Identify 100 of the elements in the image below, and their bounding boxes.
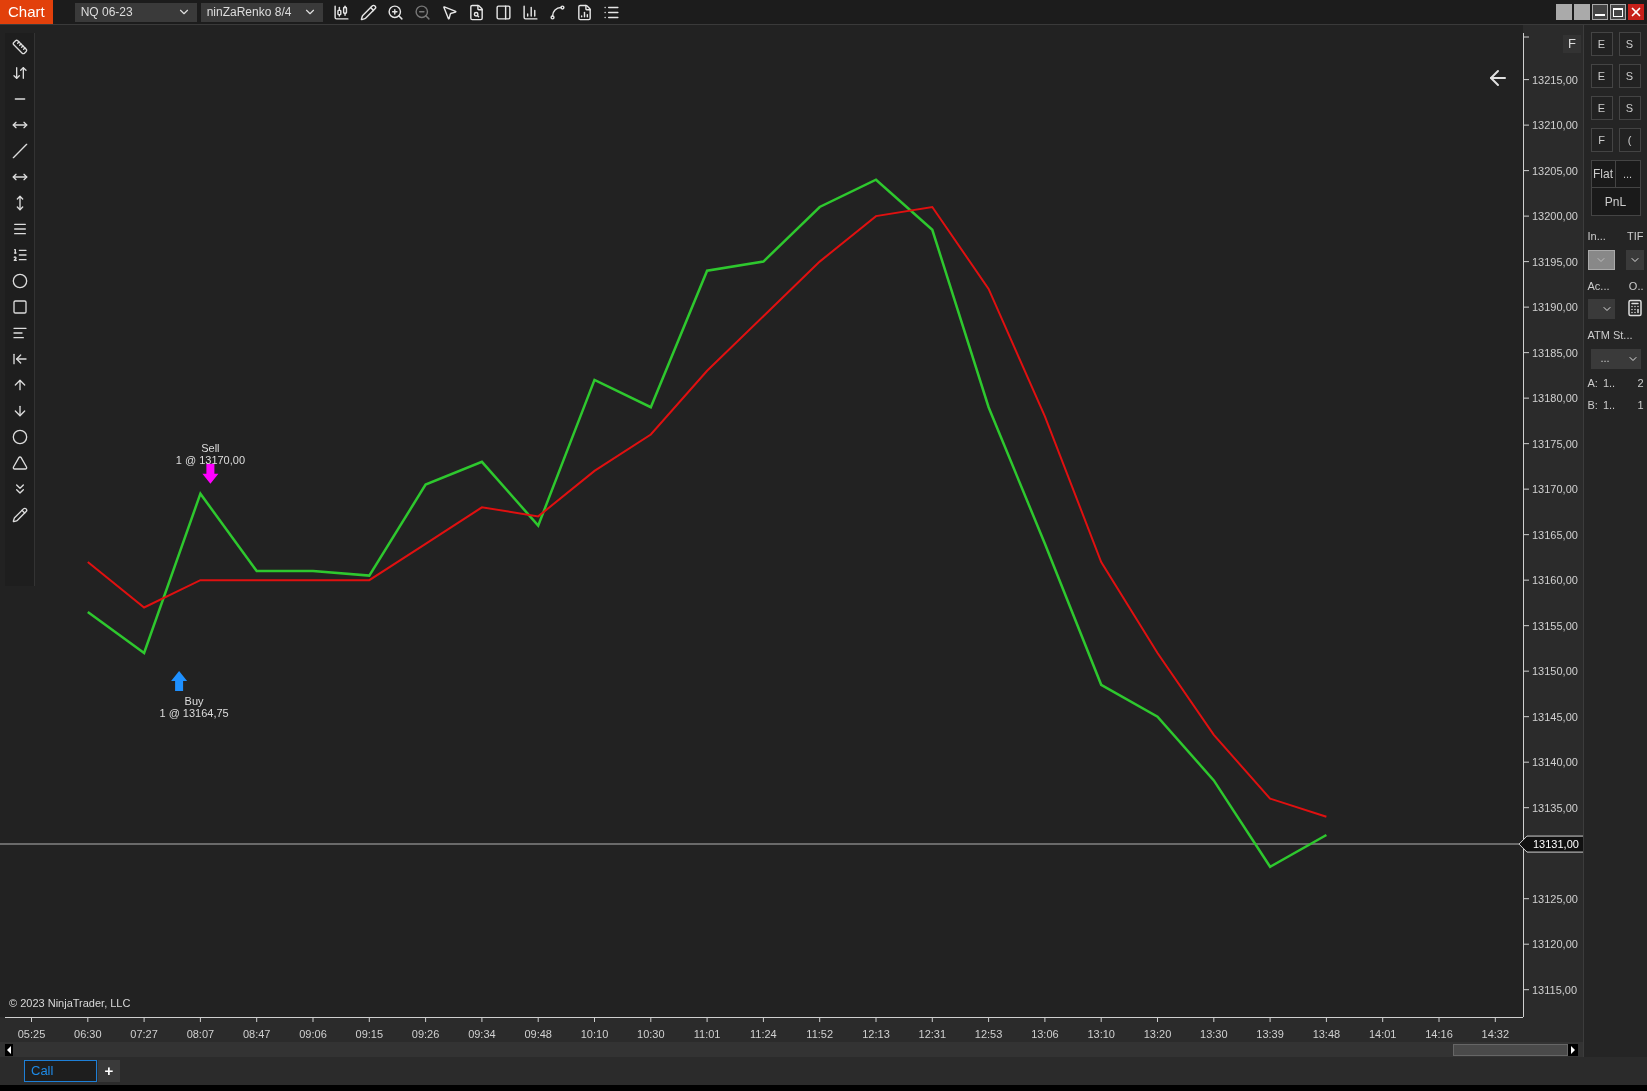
- time-label: 11:52: [806, 1028, 834, 1040]
- pencil-icon[interactable]: [11, 507, 28, 523]
- time-label: 14:16: [1425, 1028, 1453, 1040]
- quick-order-button[interactable]: S: [1618, 32, 1641, 56]
- quick-order-button[interactable]: F: [1590, 128, 1613, 152]
- pnl-label: PnL: [1603, 193, 1628, 211]
- time-label: 06:30: [74, 1028, 102, 1040]
- time-label: 14:01: [1368, 1028, 1397, 1040]
- market-side-label: A:: [1587, 375, 1598, 391]
- price-label: 13180,00: [1532, 392, 1578, 405]
- quantity-label: O..: [1628, 278, 1644, 294]
- atm-strategy-label: ATM St...: [1587, 328, 1634, 343]
- chart-tab[interactable]: Call: [24, 1060, 97, 1082]
- quick-order-button[interactable]: E: [1590, 64, 1613, 88]
- instrument-select[interactable]: [1587, 249, 1615, 270]
- trade-detail: 1 @ 13170,00: [175, 453, 246, 466]
- time-label: 13:30: [1200, 1028, 1228, 1040]
- price-label: 13140,00: [1532, 756, 1578, 769]
- time-label: 13:06: [1031, 1028, 1059, 1040]
- price-label: 13185,00: [1532, 346, 1578, 359]
- trade-detail: 1 @ 13164,75: [159, 706, 229, 719]
- copyright-text: © 2023 NinjaTrader, LLC: [9, 997, 131, 1009]
- arrow-to-line-icon[interactable]: [11, 351, 28, 367]
- price-label: 13175,00: [1532, 437, 1578, 450]
- time-label: 11:01: [693, 1028, 721, 1040]
- time-label: 13:39: [1256, 1028, 1284, 1040]
- document-search-icon[interactable]: [467, 3, 485, 21]
- time-label: 08:07: [186, 1028, 215, 1040]
- price-label: 13120,00: [1532, 938, 1578, 951]
- maximize-button[interactable]: [1610, 4, 1626, 20]
- ref-line-label: 13131,00: [1533, 838, 1579, 851]
- account-select[interactable]: [1587, 299, 1615, 319]
- bar-type-dropdown[interactable]: ninZaRenko 8/4: [200, 2, 323, 22]
- triangle-icon[interactable]: [11, 455, 28, 471]
- price-label: 13160,00: [1532, 574, 1578, 587]
- time-label: 09:06: [299, 1028, 327, 1040]
- price-label: 13215,00: [1532, 73, 1578, 86]
- price-label: 13115,00: [1532, 983, 1578, 996]
- scroll-left-icon[interactable]: [5, 1043, 13, 1056]
- quick-order-button[interactable]: E: [1590, 96, 1613, 120]
- scroll-right-icon[interactable]: [1568, 1043, 1578, 1056]
- add-tab-button[interactable]: +: [98, 1060, 120, 1082]
- up-down-arrows-icon[interactable]: [11, 65, 28, 81]
- time-label: 12:31: [918, 1028, 947, 1040]
- align-left-icon[interactable]: [11, 325, 28, 341]
- circle-icon[interactable]: [11, 273, 28, 289]
- minimize-button[interactable]: [1592, 4, 1608, 20]
- last-price-tag: 13131,00: [1518, 835, 1583, 853]
- line-graph-icon[interactable]: [548, 3, 566, 21]
- panel-icon[interactable]: [494, 3, 512, 21]
- instrument-label: In...: [1587, 229, 1606, 244]
- price-label: 13165,00: [1532, 528, 1578, 541]
- trade-label: Sell: [201, 441, 220, 454]
- trade-label: Buy: [184, 694, 204, 707]
- square-icon[interactable]: [11, 299, 28, 315]
- quick-order-button[interactable]: (: [1618, 128, 1641, 152]
- scrollbar-thumb[interactable]: [1453, 1043, 1568, 1056]
- price-label: 13205,00: [1532, 164, 1578, 177]
- market-side-label: B:: [1587, 398, 1598, 413]
- price-label: 13150,00: [1532, 665, 1578, 678]
- quick-order-button[interactable]: S: [1618, 64, 1641, 88]
- candlestick-icon[interactable]: [332, 3, 350, 21]
- pencil-icon[interactable]: [359, 3, 377, 21]
- price-label: 13125,00: [1532, 892, 1578, 905]
- numbered-list-icon[interactable]: [11, 247, 28, 263]
- circle-icon[interactable]: [11, 429, 28, 445]
- time-label: 10:10: [580, 1028, 609, 1040]
- price-label: 13170,00: [1532, 483, 1578, 496]
- calculator-icon[interactable]: [1625, 299, 1644, 317]
- time-label: 09:34: [468, 1028, 496, 1040]
- time-label: 13:10: [1087, 1028, 1115, 1040]
- zoom-out-icon[interactable]: [413, 3, 431, 21]
- time-label: 12:13: [862, 1028, 890, 1040]
- bar-chart-icon[interactable]: [521, 3, 539, 21]
- instrument-dropdown[interactable]: NQ 06-23: [74, 2, 197, 22]
- account-label: Ac...: [1587, 278, 1610, 294]
- close-button[interactable]: [1628, 4, 1644, 20]
- time-label: 11:24: [750, 1028, 777, 1040]
- time-label: 09:48: [524, 1028, 552, 1040]
- chart-document-icon[interactable]: [575, 3, 593, 21]
- price-label: 13200,00: [1532, 210, 1578, 223]
- price-label: 13155,00: [1532, 619, 1578, 632]
- buy-arrow-icon: [171, 670, 188, 691]
- quick-order-button[interactable]: S: [1618, 96, 1641, 120]
- position-label: Flat: [1591, 161, 1616, 188]
- time-label: 12:53: [974, 1028, 1003, 1040]
- price-label: 13145,00: [1532, 710, 1578, 723]
- pointer-icon[interactable]: [440, 3, 458, 21]
- position-more-button[interactable]: ...: [1615, 161, 1640, 188]
- ruler-icon[interactable]: [11, 39, 28, 55]
- atm-strategy-select[interactable]: ...: [1590, 348, 1641, 369]
- lines-icon[interactable]: [11, 221, 28, 237]
- tif-select[interactable]: [1625, 249, 1644, 270]
- corner-button[interactable]: F: [1563, 35, 1581, 53]
- quick-order-button[interactable]: E: [1590, 32, 1613, 56]
- diagonal-line-icon[interactable]: [11, 143, 28, 159]
- chart-tab-label: Chart: [0, 0, 53, 24]
- zoom-in-icon[interactable]: [386, 3, 404, 21]
- price-label: 13210,00: [1532, 119, 1578, 132]
- price-label: 13135,00: [1532, 801, 1578, 814]
